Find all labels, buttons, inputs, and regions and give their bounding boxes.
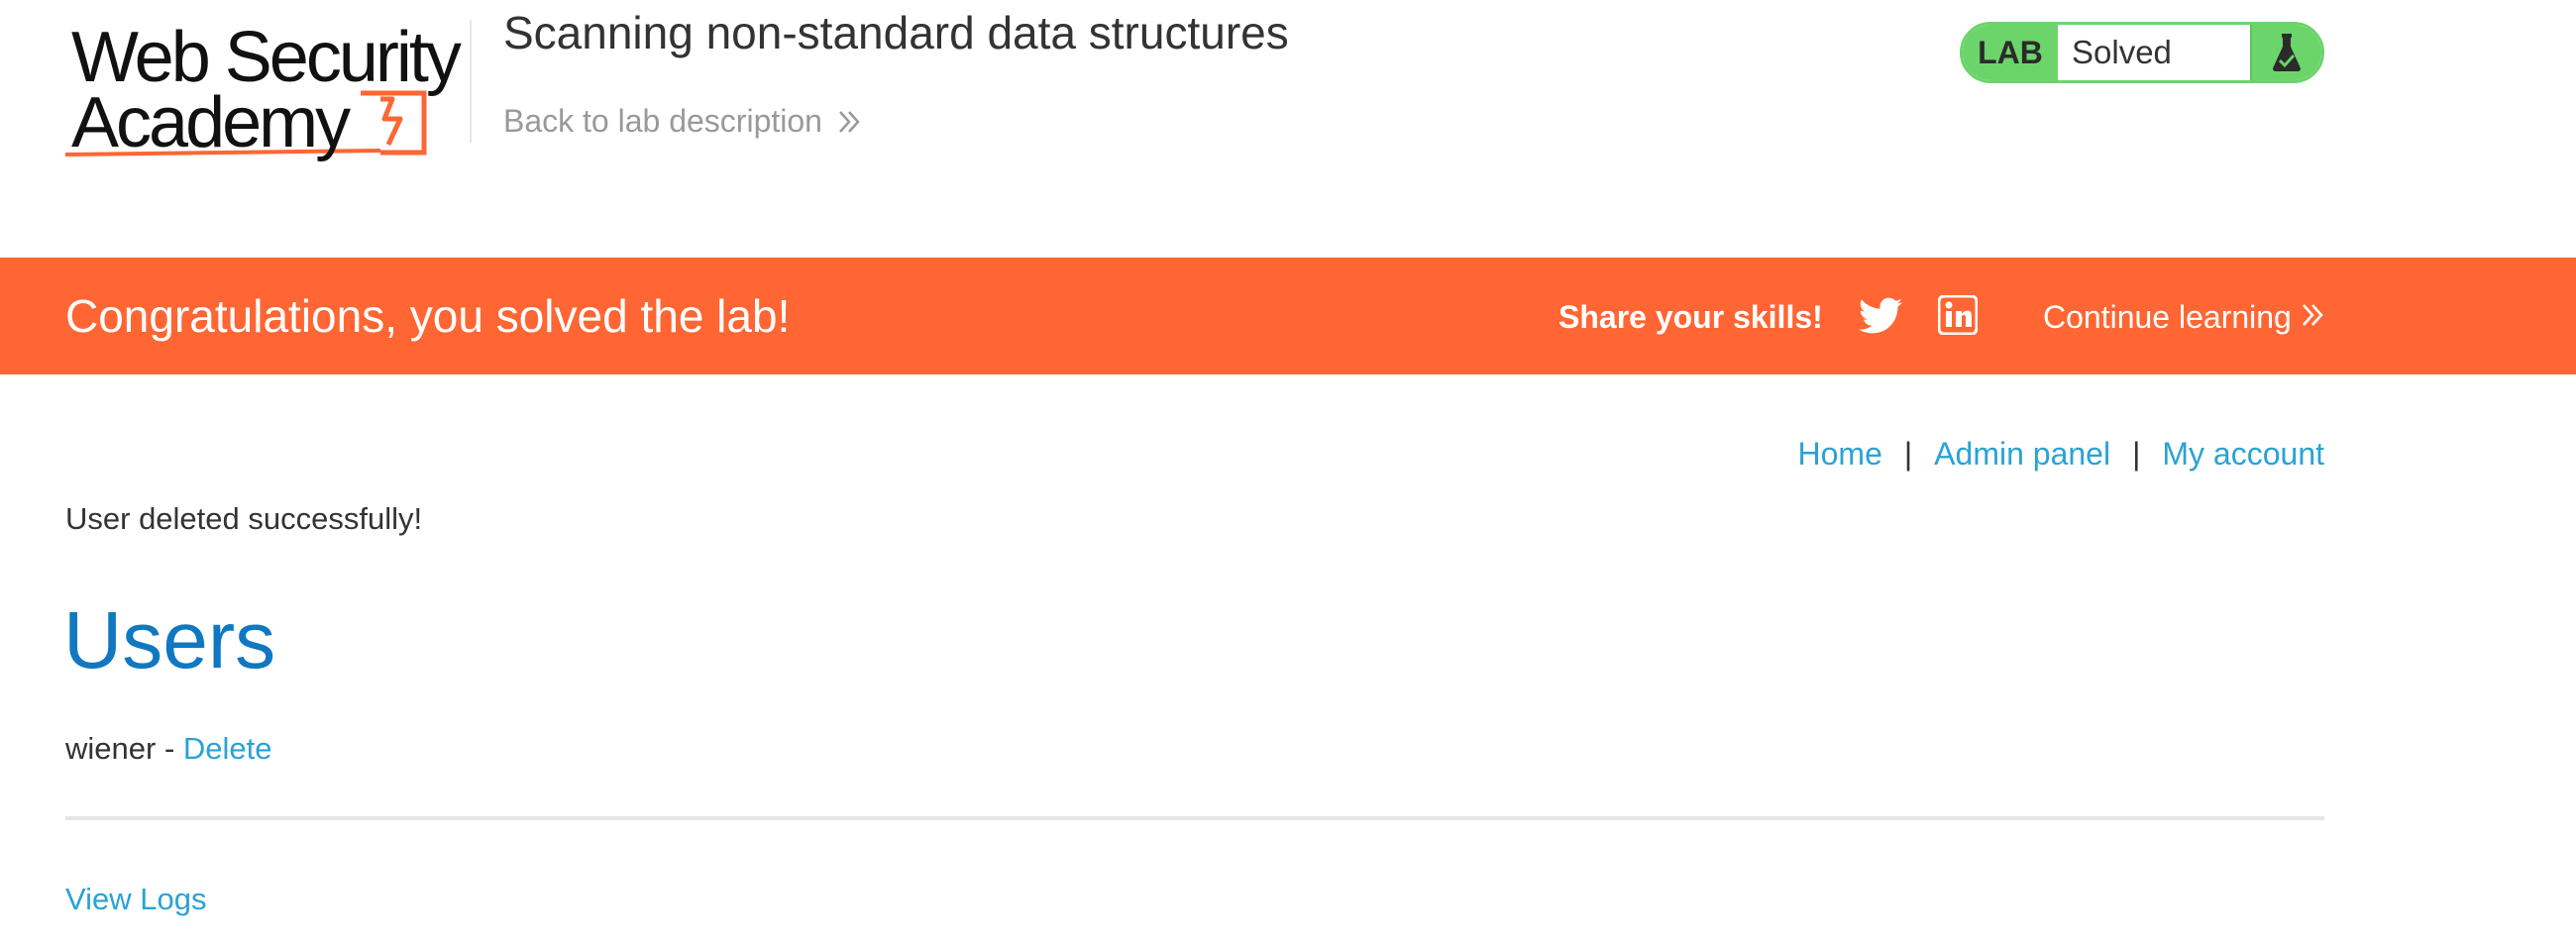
congratulations-message: Congratulations, you solved the lab! [65, 290, 791, 342]
double-chevron-right-icon [836, 109, 862, 135]
lab-status-widget: LAB Solved [1960, 22, 2324, 83]
page-title: Users [63, 595, 276, 685]
view-logs-link[interactable]: View Logs [65, 882, 206, 917]
web-security-academy-logo[interactable]: Web Security Academy [65, 16, 462, 162]
logo-text-line2: Academy [71, 83, 351, 162]
page-header: Web Security Academy Scanning non-standa… [0, 0, 2576, 258]
share-skills-label: Share your skills! [1558, 299, 1823, 335]
twitter-icon[interactable] [1859, 297, 1902, 335]
nav-admin-panel-link[interactable]: Admin panel [1934, 436, 2110, 473]
delete-user-link[interactable]: Delete [183, 731, 272, 766]
linkedin-icon[interactable] [1937, 294, 1979, 336]
continue-learning-label: Continue learning [2043, 299, 2292, 335]
flask-icon [2250, 25, 2321, 80]
back-to-lab-description-link[interactable]: Back to lab description [503, 103, 862, 140]
nav-home-link[interactable]: Home [1798, 436, 1882, 473]
username: wiener [65, 731, 157, 766]
lab-title: Scanning non-standard data structures [503, 7, 1289, 58]
username-separator: - [156, 731, 183, 766]
header-divider [470, 20, 472, 143]
account-nav: Home | Admin panel | My account [1798, 436, 2325, 473]
status-notice: User deleted successfully! [65, 501, 423, 536]
list-item: wiener - Delete [65, 731, 272, 767]
section-divider [65, 816, 2324, 820]
back-link-label: Back to lab description [503, 103, 822, 139]
nav-separator: | [2132, 436, 2141, 472]
lab-status-text: Solved [2072, 34, 2172, 70]
double-chevron-right-icon [2300, 299, 2325, 336]
solved-banner: Congratulations, you solved the lab! Sha… [0, 258, 2576, 374]
nav-my-account-link[interactable]: My account [2162, 436, 2324, 473]
nav-separator: | [1903, 436, 1913, 472]
continue-learning-link[interactable]: Continue learning [2043, 299, 2325, 336]
lab-tag: LAB [1963, 25, 2058, 80]
